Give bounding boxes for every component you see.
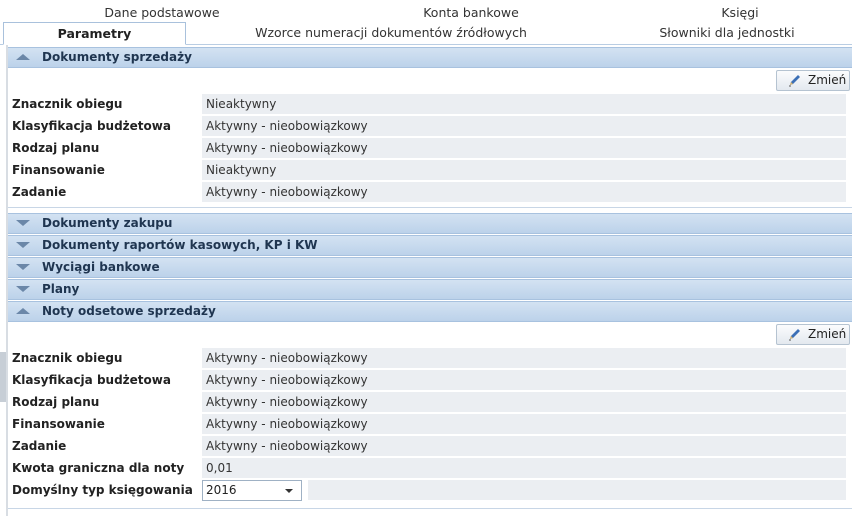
- main-content: Dokumenty sprzedaży Zmień Znacznik obieg…: [6, 45, 852, 516]
- pencil-icon: [789, 329, 800, 341]
- panel-header-wyciagi-bankowe[interactable]: Wyciągi bankowe: [8, 257, 852, 278]
- field-row: Rodzaj planu Aktywny - nieobowiązkowy: [8, 138, 852, 158]
- change-button-label: Zmień: [808, 73, 847, 87]
- expand-arrow-icon[interactable]: [16, 264, 30, 270]
- tab-parametry[interactable]: Parametry: [3, 22, 186, 45]
- panel-body-noty-odsetowe: Zmień Znacznik obiegu Aktywny - nieobowi…: [8, 322, 852, 509]
- expand-arrow-icon[interactable]: [16, 242, 30, 248]
- panel-title: Dokumenty zakupu: [42, 216, 173, 230]
- panel-body-dokumenty-sprzedazy: Zmień Znacznik obiegu Nieaktywny Klasyfi…: [8, 68, 852, 208]
- field-label: Rodzaj planu: [12, 141, 100, 155]
- field-label: Znacznik obiegu: [12, 351, 123, 365]
- panel-header-dokumenty-sprzedazy[interactable]: Dokumenty sprzedaży: [8, 47, 852, 68]
- panel-header-raporty-kasowe[interactable]: Dokumenty raportów kasowych, KP i KW: [8, 235, 852, 256]
- field-label: Finansowanie: [12, 417, 105, 431]
- posting-type-select[interactable]: 2016: [202, 480, 302, 501]
- panel-header-dokumenty-zakupu[interactable]: Dokumenty zakupu: [8, 213, 852, 234]
- field-row: Kwota graniczna dla noty 0,01: [8, 458, 852, 478]
- tab-ksiegi[interactable]: Księgi: [710, 5, 770, 20]
- panel-title: Dokumenty raportów kasowych, KP i KW: [42, 238, 318, 252]
- field-value: Aktywny - nieobowiązkowy: [202, 436, 846, 456]
- field-value: 0,01: [202, 458, 846, 478]
- field-row: Finansowanie Aktywny - nieobowiązkowy: [8, 414, 852, 434]
- tab-wzorce-numeracji[interactable]: Wzorce numeracji dokumentów źródłowych: [254, 25, 528, 40]
- field-value: Nieaktywny: [202, 94, 846, 114]
- field-label: Domyślny typ księgowania: [12, 483, 193, 497]
- field-row: Zadanie Aktywny - nieobowiązkowy: [8, 436, 852, 456]
- panel-title: Wyciągi bankowe: [42, 260, 160, 274]
- posting-type-value: 2016: [206, 483, 237, 497]
- field-row: Klasyfikacja budżetowa Aktywny - nieobow…: [8, 370, 852, 390]
- panel-title: Plany: [42, 282, 80, 296]
- collapse-arrow-icon[interactable]: [16, 54, 30, 60]
- expand-arrow-icon[interactable]: [16, 286, 30, 292]
- field-row: Znacznik obiegu Nieaktywny: [8, 94, 852, 114]
- field-value: Aktywny - nieobowiązkowy: [202, 116, 846, 136]
- panel-header-plany[interactable]: Plany: [8, 279, 852, 300]
- expand-arrow-icon[interactable]: [16, 220, 30, 226]
- tab-dane-podstawowe[interactable]: Dane podstawowe: [100, 5, 224, 20]
- change-button[interactable]: Zmień: [776, 324, 850, 345]
- field-row: Znacznik obiegu Aktywny - nieobowiązkowy: [8, 348, 852, 368]
- field-value: Aktywny - nieobowiązkowy: [202, 182, 846, 202]
- field-label: Zadanie: [12, 185, 67, 199]
- tab-konta-bankowe[interactable]: Konta bankowe: [414, 5, 528, 20]
- pencil-icon: [789, 75, 800, 87]
- collapse-arrow-icon[interactable]: [16, 308, 30, 314]
- field-label: Zadanie: [12, 439, 67, 453]
- field-label: Klasyfikacja budżetowa: [12, 373, 171, 387]
- field-row: Klasyfikacja budżetowa Aktywny - nieobow…: [8, 116, 852, 136]
- field-value: Aktywny - nieobowiązkowy: [202, 370, 846, 390]
- field-row: Finansowanie Nieaktywny: [8, 160, 852, 180]
- field-row-posting-type: Domyślny typ księgowania 2016: [8, 480, 852, 501]
- field-value: Nieaktywny: [202, 160, 846, 180]
- field-row: Rodzaj planu Aktywny - nieobowiązkowy: [8, 392, 852, 412]
- panel-title: Dokumenty sprzedaży: [42, 50, 192, 64]
- field-value: Aktywny - nieobowiązkowy: [202, 414, 846, 434]
- field-label: Znacznik obiegu: [12, 97, 123, 111]
- field-label: Rodzaj planu: [12, 395, 100, 409]
- panel-title: Noty odsetowe sprzedaży: [42, 304, 216, 318]
- field-label: Klasyfikacja budżetowa: [12, 119, 171, 133]
- change-button[interactable]: Zmień: [776, 70, 850, 91]
- tab-slowniki[interactable]: Słowniki dla jednostki: [654, 25, 800, 40]
- field-value: Aktywny - nieobowiązkowy: [202, 138, 846, 158]
- chevron-down-icon[interactable]: [285, 489, 293, 493]
- panel-header-noty-odsetowe[interactable]: Noty odsetowe sprzedaży: [8, 301, 852, 322]
- field-label: Finansowanie: [12, 163, 105, 177]
- field-value: Aktywny - nieobowiązkowy: [202, 348, 846, 368]
- field-row: Zadanie Aktywny - nieobowiązkowy: [8, 182, 852, 202]
- field-filler: [308, 480, 846, 500]
- change-button-label: Zmień: [808, 327, 847, 341]
- field-label: Kwota graniczna dla noty: [12, 461, 185, 475]
- field-value: Aktywny - nieobowiązkowy: [202, 392, 846, 412]
- tab-strip: Dane podstawowe Konta bankowe Księgi Par…: [0, 0, 852, 45]
